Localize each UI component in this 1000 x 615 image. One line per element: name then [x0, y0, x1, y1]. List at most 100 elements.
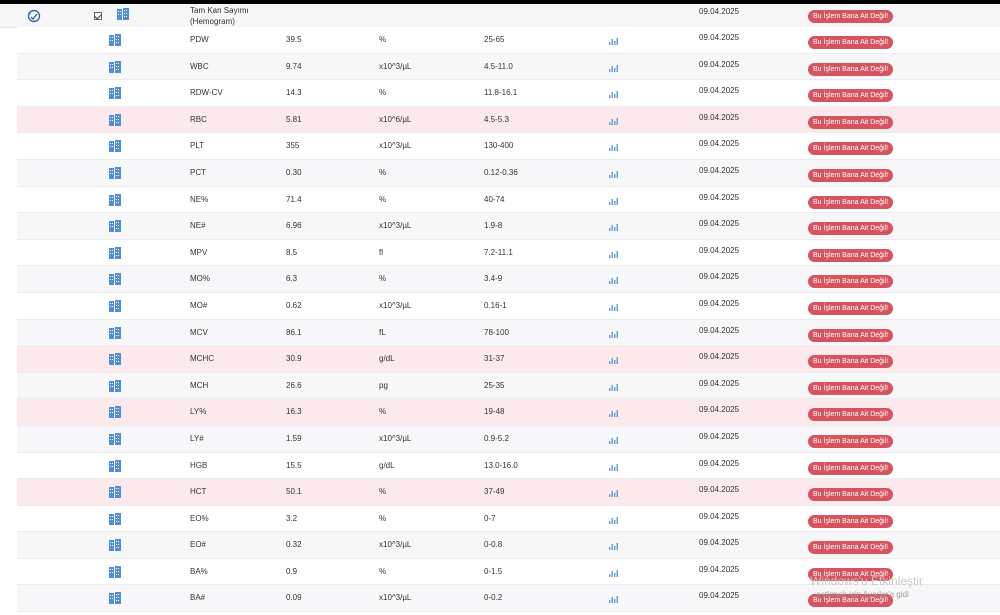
building-icon	[108, 113, 122, 129]
test-value: 0.62	[286, 300, 302, 310]
chart-icon[interactable]	[609, 143, 618, 153]
chart-icon[interactable]	[609, 117, 618, 127]
chart-icon[interactable]	[609, 595, 618, 605]
chart-icon[interactable]	[609, 436, 618, 446]
chart-icon[interactable]	[609, 516, 618, 526]
test-name: HGB	[190, 460, 208, 470]
table-row: NE% 71.4% 40-74 09.04.2025 Bu İşlem Bana Ait…	[17, 186, 1000, 214]
reference-range: 3.4-9	[484, 274, 503, 284]
test-unit: x10^3/µL	[379, 593, 412, 603]
not-my-procedure-button[interactable]: Bu İşlem Bana Ait Değil!	[808, 488, 894, 502]
not-my-procedure-button[interactable]: Bu İşlem Bana Ait Değil!	[808, 222, 894, 236]
reference-range: 0-0.8	[484, 540, 503, 550]
refresh-icon[interactable]	[26, 8, 42, 26]
test-unit: x10^3/µL	[379, 221, 412, 231]
test-name: NE%	[190, 194, 209, 204]
test-name: MCH	[190, 380, 209, 390]
not-my-procedure-button[interactable]: Bu İşlem Bana Ait Değil!	[808, 142, 894, 156]
chart-icon[interactable]	[609, 90, 618, 100]
chart-icon[interactable]	[609, 223, 618, 233]
building-icon	[108, 326, 122, 342]
table-row: MPV 8.5 fl 7.2-11.1 09.04.2025 Bu İşlem Bana …	[17, 239, 1000, 267]
not-my-procedure-button[interactable]: Bu İşlem Bana Ait Değil!	[808, 195, 894, 209]
reference-range: 37-49	[484, 487, 505, 497]
building-icon	[108, 565, 122, 581]
group-date: 09.04.2025	[699, 7, 740, 16]
reference-range: 0.9-5.2	[484, 433, 509, 443]
chart-icon[interactable]	[609, 409, 618, 419]
not-my-procedure-button[interactable]: Bu İşlem Bana Ait Değil!	[808, 301, 894, 315]
not-my-procedure-button[interactable]: Bu İşlem Bana Ait Değil!	[808, 168, 894, 182]
not-my-procedure-button[interactable]: Bu İşlem Bana Ait Değil!	[808, 541, 894, 555]
not-my-procedure-button[interactable]: Bu İşlem Bana Ait Değil!	[808, 36, 894, 49]
test-value: 6.96	[286, 221, 302, 231]
table-row: RBC 5.81 x10^6/µL 4.5-5.3 09.04.2025 Bu İşlem…	[17, 106, 1000, 134]
reference-range: 4.5-11.0	[484, 61, 513, 71]
test-value: 0.9	[286, 566, 298, 576]
not-my-procedure-button[interactable]: Bu İşlem Bana Ait Değil!	[808, 514, 894, 528]
not-my-procedure-button[interactable]: Bu İşlem Bana Ait Değil!	[808, 89, 894, 103]
not-my-procedure-button[interactable]: Bu İşlem Bana Ait Değil!	[808, 275, 894, 289]
reference-range: 0.12-0.36	[484, 167, 518, 177]
chart-icon[interactable]	[609, 489, 618, 499]
chart-icon[interactable]	[609, 197, 618, 207]
chart-icon[interactable]	[609, 356, 618, 366]
test-value: 8.5	[286, 247, 298, 257]
not-my-procedure-button[interactable]: Bu İşlem Bana Ait Değil!	[808, 355, 894, 369]
test-name: RDW-CV	[190, 88, 223, 98]
test-name: EO#	[190, 540, 207, 550]
building-icon	[108, 33, 122, 49]
chart-icon[interactable]	[609, 383, 618, 393]
chart-icon[interactable]	[609, 37, 618, 47]
chart-icon[interactable]	[609, 542, 618, 552]
chart-icon[interactable]	[609, 463, 618, 473]
test-unit: %	[379, 194, 387, 204]
chart-icon[interactable]	[609, 303, 618, 313]
result-date: 09.04.2025	[699, 165, 740, 175]
test-unit: g/dL	[379, 354, 395, 364]
test-unit: x10^3/µL	[379, 540, 412, 550]
chart-icon[interactable]	[609, 170, 618, 180]
result-date: 09.04.2025	[699, 378, 740, 388]
chart-icon[interactable]	[609, 64, 618, 74]
not-my-procedure-button[interactable]: Bu İşlem Bana Ait Değil!	[808, 461, 894, 475]
test-unit: %	[379, 35, 387, 44]
chart-icon[interactable]	[609, 276, 618, 286]
reference-range: 0-0.2	[484, 593, 503, 603]
not-my-procedure-button[interactable]: Bu İşlem Bana Ait Değil!	[808, 10, 894, 23]
building-icon	[108, 86, 122, 102]
result-date: 09.04.2025	[699, 272, 740, 282]
result-date: 09.04.2025	[699, 538, 740, 548]
test-value: 355	[286, 141, 300, 151]
reference-range: 130-400	[484, 141, 514, 151]
group-checkbox[interactable]	[94, 12, 102, 20]
not-my-procedure-button[interactable]: Bu İşlem Bana Ait Değil!	[808, 115, 894, 129]
table-row: HGB 15.5 g/dL 13.0-16.0 09.04.2025 Bu İşlem B…	[17, 452, 1000, 480]
table-row: LY% 16.3% 19-48 09.04.2025 Bu İşlem Bana Ait…	[17, 399, 1000, 426]
table-row: EO% 3.2% 0-7 09.04.2025 Bu İşlem Bana Ait De…	[17, 505, 1000, 533]
chart-icon[interactable]	[609, 250, 618, 260]
test-value: 1.59	[286, 433, 302, 443]
test-name: BA%	[190, 566, 208, 576]
not-my-procedure-button[interactable]: Bu İşlem Bana Ait Değil!	[808, 381, 894, 395]
not-my-procedure-button[interactable]: Bu İşlem Bana Ait Değil!	[808, 434, 894, 448]
not-my-procedure-button[interactable]: Bu İşlem Bana Ait Değil!	[808, 248, 894, 262]
not-my-procedure-button[interactable]: Bu İşlem Bana Ait Değil!	[808, 408, 894, 422]
test-value: 0.30	[286, 167, 302, 177]
chart-icon[interactable]	[609, 330, 618, 340]
not-my-procedure-button[interactable]: Bu İşlem Bana Ait Değil!	[808, 328, 894, 342]
result-date: 09.04.2025	[699, 192, 740, 202]
test-name: MO#	[190, 300, 208, 310]
table-row: MO# 0.62 x10^3/µL 0.16-1 09.04.2025 Bu İşlem …	[17, 292, 1000, 320]
test-unit: %	[379, 167, 387, 177]
result-date: 09.04.2025	[699, 564, 740, 574]
not-my-procedure-button[interactable]: Bu İşlem Bana Ait Değil!	[808, 62, 894, 76]
test-unit: x10^3/µL	[379, 61, 412, 71]
test-value: 39.5	[286, 35, 302, 44]
building-icon	[108, 538, 122, 554]
chart-icon[interactable]	[609, 569, 618, 579]
result-date: 09.04.2025	[699, 33, 740, 42]
result-date: 09.04.2025	[699, 139, 740, 149]
result-date: 09.04.2025	[699, 219, 740, 229]
building-icon	[108, 512, 122, 528]
